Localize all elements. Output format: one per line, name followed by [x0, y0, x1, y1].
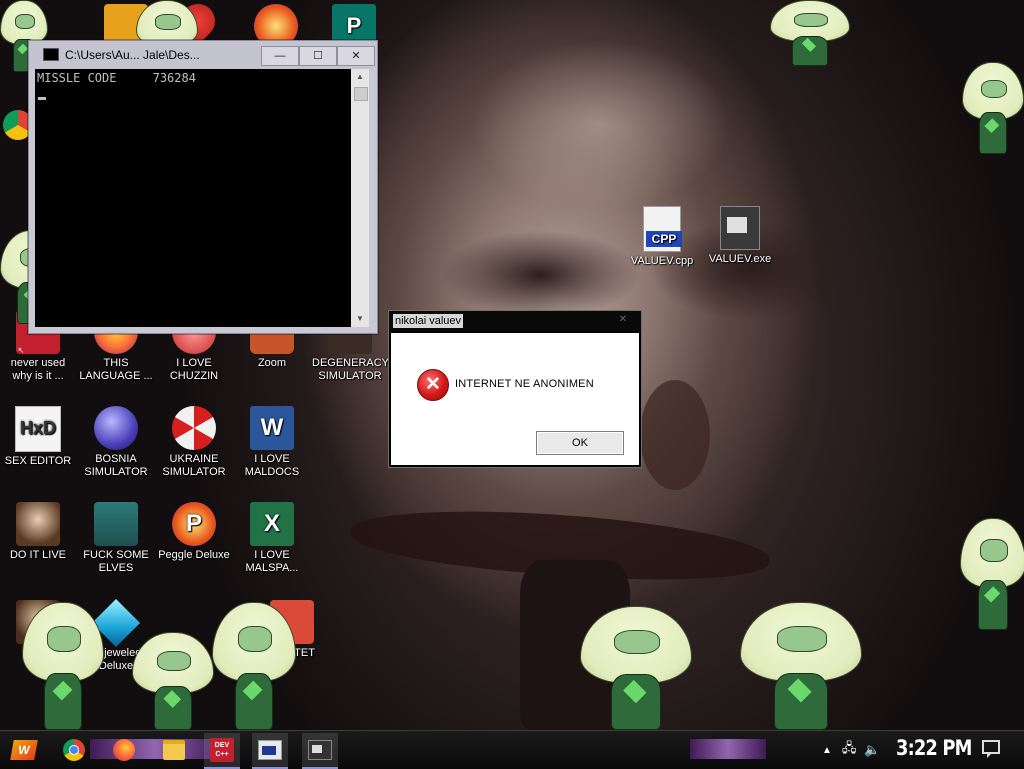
- file-explorer-icon: [163, 740, 185, 760]
- network-icon[interactable]: 🖧: [842, 739, 857, 761]
- mascot-sprite: [960, 518, 1024, 630]
- scrollbar-thumb[interactable]: [354, 87, 368, 101]
- portrait-icon: [16, 502, 60, 546]
- taskbar-chrome[interactable]: [56, 733, 92, 767]
- hxd-icon: HxD: [15, 406, 61, 452]
- console-titlebar[interactable]: C:\Users\Au... Jale\Des... — ☐ ✕: [29, 41, 377, 69]
- peggle-icon: P: [172, 502, 216, 546]
- santa-icon: [94, 502, 138, 546]
- desktop-icon-valuev-exe[interactable]: VALUEV.exe: [702, 206, 778, 266]
- cpp-file-icon: CPP: [643, 206, 682, 252]
- volume-icon[interactable]: 🔈: [864, 742, 880, 758]
- desktop-icon-sex-editor[interactable]: HxD SEX EDITOR: [0, 406, 76, 468]
- taskbar-file-explorer[interactable]: [156, 733, 192, 767]
- text-cursor: [38, 97, 46, 100]
- dialog-body: ✕ INTERNET NE ANONIMEN OK: [391, 333, 639, 465]
- cmd-icon: [258, 740, 282, 760]
- chevron-up-icon[interactable]: ▲: [822, 745, 832, 756]
- firefox-icon: [113, 739, 135, 761]
- mascot-sprite: [962, 62, 1024, 154]
- mascot-sprite: [22, 602, 104, 730]
- mascot-sprite: [740, 602, 862, 730]
- desktop-icon-label: BOSNIA SIMULATOR: [84, 453, 148, 478]
- desktop-icon-label: never used why is it ...: [10, 357, 66, 382]
- console-app-icon: [43, 48, 59, 61]
- error-dialog[interactable]: nikolai valuev ✕ ✕ INTERNET NE ANONIMEN …: [388, 310, 642, 468]
- desktop-icon-bosnia-simulator[interactable]: BOSNIA SIMULATOR: [78, 406, 154, 479]
- start-button[interactable]: W: [6, 733, 42, 767]
- desktop-icon-label: Peggle Deluxe: [158, 549, 230, 561]
- error-icon: ✕: [417, 369, 449, 401]
- dialog-titlebar[interactable]: nikolai valuev ✕: [389, 311, 641, 331]
- desktop-icon-label: I LOVE MALDOCS: [244, 453, 300, 478]
- desktop-icon-valuev-cpp[interactable]: CPP VALUEV.cpp: [624, 206, 700, 268]
- desktop-icon-label: Zoom: [257, 357, 287, 369]
- taskbar-accent-stripe: [690, 739, 766, 759]
- desktop-icon-label: DO IT LIVE: [9, 549, 67, 561]
- console-scrollbar[interactable]: ▲ ▼: [351, 69, 369, 327]
- mascot-sprite: [580, 606, 692, 730]
- desktop-icon-label: VALUEV.exe: [708, 253, 772, 265]
- desktop-icon-label: DEGENERACY SIMULATOR: [312, 357, 390, 382]
- desktop-icon-do-it-live[interactable]: DO IT LIVE: [0, 502, 76, 562]
- valuev-exe-icon: [308, 740, 332, 760]
- exe-file-icon: [720, 206, 760, 250]
- close-button[interactable]: ✕: [337, 46, 375, 66]
- scroll-down-arrow-icon[interactable]: ▼: [351, 311, 369, 327]
- desktop-icon-ukraine-simulator[interactable]: UKRAINE SIMULATOR: [156, 406, 232, 479]
- dialog-close-button[interactable]: ✕: [613, 313, 633, 327]
- desktop-icon-maldocs[interactable]: W I LOVE MALDOCS: [234, 406, 310, 479]
- desktop-icon-label: SEX EDITOR: [4, 455, 72, 467]
- console-output-line: MISSLE CODE 736284: [37, 71, 196, 85]
- desktop-icon-label: UKRAINE SIMULATOR: [162, 453, 226, 478]
- taskbar-clock[interactable]: 3:22 PM: [896, 736, 972, 760]
- desktop-icon-elves[interactable]: FUCK SOME ELVES: [78, 502, 154, 575]
- excel-icon: X: [250, 502, 294, 546]
- notification-icon[interactable]: [982, 740, 1000, 758]
- desktop-icon-malspam[interactable]: X I LOVE MALSPA...: [234, 502, 310, 575]
- desktop-icon-label: I LOVE CHUZZIN: [169, 357, 219, 382]
- taskbar-console[interactable]: [252, 733, 288, 769]
- minimize-button[interactable]: —: [261, 46, 299, 66]
- mascot-sprite: [132, 632, 214, 730]
- taskbar-valuev-exe[interactable]: [302, 733, 338, 769]
- dialog-title: nikolai valuev: [393, 314, 464, 328]
- devcpp-icon: DEV C++: [210, 738, 234, 762]
- desktop-icon-label: THIS LANGUAGE ...: [79, 357, 153, 382]
- desktop-icon-peggle-deluxe[interactable]: P Peggle Deluxe: [156, 502, 232, 562]
- desktop-icon-label: FUCK SOME ELVES: [83, 549, 149, 574]
- maximize-button[interactable]: ☐: [299, 46, 337, 66]
- taskbar-firefox[interactable]: [106, 733, 142, 767]
- ok-button[interactable]: OK: [536, 431, 624, 455]
- console-title: C:\Users\Au... Jale\Des...: [65, 48, 200, 62]
- mine-icon: [94, 406, 138, 450]
- scroll-up-arrow-icon[interactable]: ▲: [351, 69, 369, 85]
- desktop-icon-label: I LOVE MALSPA...: [245, 549, 299, 574]
- console-output[interactable]: MISSLE CODE 736284: [35, 69, 351, 327]
- mascot-sprite: [770, 0, 850, 66]
- word-icon: W: [250, 406, 294, 450]
- radiation-icon: [172, 406, 216, 450]
- start-icon: W: [10, 740, 38, 760]
- chrome-icon: [63, 739, 85, 761]
- taskbar: W DEV C++ ▲ 🖧 🔈 3:22 PM: [0, 730, 1024, 769]
- console-window[interactable]: C:\Users\Au... Jale\Des... — ☐ ✕ MISSLE …: [28, 40, 378, 334]
- shortcut-arrow-icon: ↖: [17, 346, 25, 355]
- desktop-icon-label: VALUEV.cpp: [630, 255, 694, 267]
- dialog-message: INTERNET NE ANONIMEN: [455, 378, 594, 390]
- taskbar-devcpp[interactable]: DEV C++: [204, 733, 240, 769]
- mascot-sprite: [212, 602, 296, 730]
